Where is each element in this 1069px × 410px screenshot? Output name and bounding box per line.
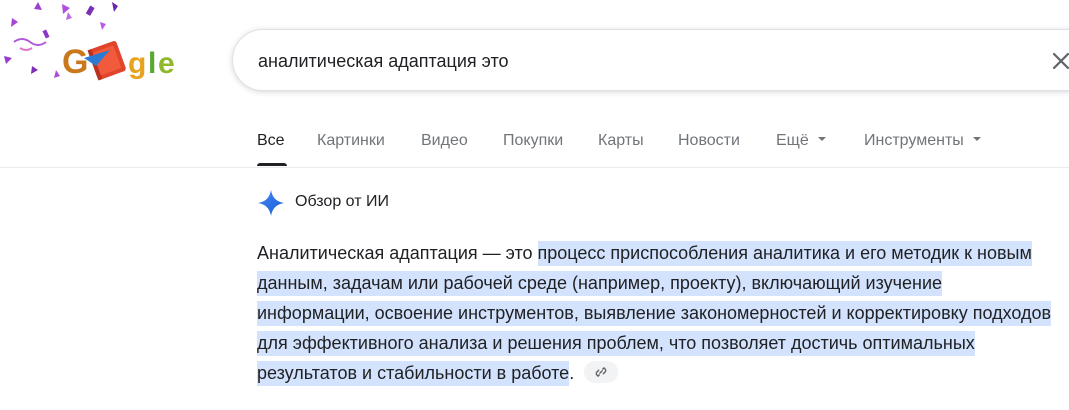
tab-news[interactable]: Новости — [678, 132, 740, 150]
source-link-button[interactable] — [584, 361, 619, 384]
tab-tools[interactable]: Инструменты — [864, 132, 981, 150]
caret-down-icon — [972, 136, 981, 141]
link-icon — [595, 367, 607, 378]
svg-text:G: G — [62, 43, 88, 81]
tab-maps[interactable]: Карты — [598, 132, 644, 150]
ai-overview-text: Аналитическая адаптация — это процесс пр… — [257, 238, 1057, 388]
google-doodle-logo[interactable]: G g l e — [0, 0, 200, 100]
ai-overview-title: Обзор от ИИ — [295, 193, 389, 210]
search-tabs: Все Картинки Видео Покупки Карты Новости… — [0, 118, 1069, 168]
active-tab-indicator — [257, 163, 287, 166]
ai-overview-intro: Аналитическая адаптация — это — [257, 243, 538, 263]
search-input[interactable] — [258, 48, 1018, 74]
caret-down-icon — [817, 136, 826, 141]
tab-tools-label: Инструменты — [864, 132, 964, 149]
svg-text:e: e — [158, 47, 175, 80]
tab-shopping[interactable]: Покупки — [503, 132, 563, 150]
tab-all[interactable]: Все — [257, 132, 285, 150]
svg-text:l: l — [148, 47, 156, 80]
search-results-page: G g l e Все Картинки Видео Покупки Карты — [0, 0, 1069, 410]
sparkle-icon — [258, 190, 284, 216]
tab-images[interactable]: Картинки — [317, 132, 385, 150]
tab-more-label: Ещё — [776, 132, 809, 149]
search-box[interactable] — [232, 29, 1069, 91]
svg-text:g: g — [128, 47, 146, 80]
tab-videos[interactable]: Видео — [421, 132, 468, 150]
tab-more[interactable]: Ещё — [776, 132, 826, 150]
close-icon[interactable] — [1049, 49, 1069, 73]
doodle-art: G g l e — [4, 2, 175, 81]
ai-overview-tail: . — [569, 363, 575, 383]
